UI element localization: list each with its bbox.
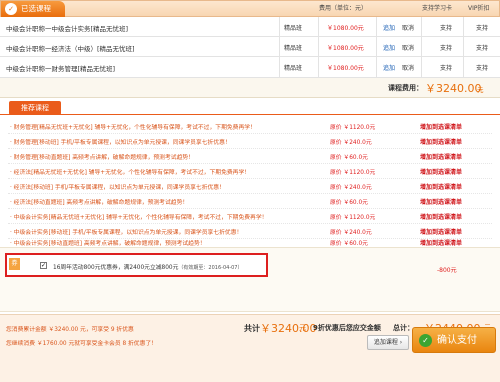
coupon-validity: （有效期至：2016-04-07） xyxy=(178,265,243,271)
add-course-button[interactable]: 追加课程 › xyxy=(367,335,409,350)
cart-page: ✓ 已选课程 费用（单位：元） 支持学习卡 VIP折扣 中级会计职称一中级会计实… xyxy=(0,0,500,382)
coupon-text: 16周年活动800元优惠券，满2400元立减800元（有效期至：2016-04-… xyxy=(53,262,242,271)
payment-summary: 您消费累计金额 ￥3240.00 元，可享受 9 折优惠 您继续消费 ￥1760… xyxy=(0,314,500,382)
cancel-link[interactable]: 取消 xyxy=(402,43,414,52)
add-to-cart-link[interactable]: 增加到选课清单 xyxy=(420,167,462,176)
fee-label: 课程费用： xyxy=(388,84,423,92)
recommend-text[interactable]: · 经济法[移动班] 手机/平板专属课程，以知识点为单元授课，同课学员享七折优惠… xyxy=(10,182,225,191)
recommend-item: · 中级会计实务[移动班] 手机/平板专属课程，以知识点为单元授课，同课学员享七… xyxy=(8,223,492,239)
pay-label: 确认支付 xyxy=(437,335,477,346)
card-support: 支持 xyxy=(440,65,453,72)
add-to-cart-link[interactable]: 增加到选课清单 xyxy=(420,238,462,247)
recommend-text[interactable]: · 中级会计实务[移动直题班] 高频考点讲解，破解命题规律，预测考试趋势！ xyxy=(10,238,206,247)
vip-support: 支持 xyxy=(476,25,489,32)
add-more-link[interactable]: 追加 xyxy=(383,43,395,52)
divider xyxy=(421,17,422,78)
course-price: ￥1080.00元 xyxy=(327,25,364,32)
tab-recommended-courses[interactable]: 推荐课程 xyxy=(9,101,61,115)
check-icon: ✓ xyxy=(419,334,432,347)
course-name: 中级会计职称一中级会计实务[精品无忧班] xyxy=(6,25,129,33)
coupon-icon: 券 xyxy=(9,258,20,270)
recommend-price: 原价 ￥1120.0元 xyxy=(330,170,376,176)
add-to-cart-link[interactable]: 增加到选课清单 xyxy=(420,227,462,236)
col-vip-discount: VIP折扣 xyxy=(468,5,490,12)
recommend-price: 原价 ￥240.0元 xyxy=(330,185,372,191)
class-type: 精品班 xyxy=(284,65,303,72)
course-name: 中级会计职称一经济法（中级）[精品无忧班] xyxy=(6,45,135,53)
recommend-item: · 经济法[移动直题班] 高频考点讲解，破解命题规律，预测考试趋势！ 原价 ￥6… xyxy=(8,193,492,209)
cart-header: ✓ 已选课程 费用（单位：元） 支持学习卡 VIP折扣 xyxy=(0,0,500,17)
recommend-item: · 经济法[移动班] 手机/平板专属课程，以知识点为单元授课，同课学员享七折优惠… xyxy=(8,178,492,194)
divider xyxy=(318,17,319,78)
grand-total-label: 总计： xyxy=(393,324,414,332)
coupon-checkbox[interactable]: ✓ xyxy=(40,262,47,269)
course-price: ￥1080.00元 xyxy=(327,65,364,72)
recommend-text[interactable]: · 经济法[移动直题班] 高频考点讲解，破解命题规律，预测考试趋势！ xyxy=(10,197,188,206)
add-more-link[interactable]: 追加 xyxy=(383,23,395,32)
class-type: 精品班 xyxy=(284,25,303,32)
fee-value: ￥3240.00 xyxy=(425,82,482,95)
recommend-item: · 中级会计实务[精品无忧班+无忧化] 辅导+无忧化，个性化辅导有保障，考试不过… xyxy=(8,208,492,224)
divider xyxy=(463,17,464,78)
recommend-price: 原价 ￥240.0元 xyxy=(330,230,372,236)
col-learning-card: 支持学习卡 xyxy=(422,5,453,12)
course-fee-bar: 课程费用： ￥3240.00 元 xyxy=(0,78,500,98)
vip-support: 支持 xyxy=(476,65,489,72)
total-label: 共计 xyxy=(244,324,260,333)
add-to-cart-link[interactable]: 增加到选课清单 xyxy=(420,212,462,221)
add-to-cart-link[interactable]: 增加到选课清单 xyxy=(420,152,462,161)
add-to-cart-link[interactable]: 增加到选课清单 xyxy=(420,122,462,131)
selected-row: 中级会计职称一财务管理[精品无忧班] 精品班 ￥1080.00元 追加 取消 支… xyxy=(0,57,500,78)
coupon-option[interactable]: 券 ✓ 16周年活动800元优惠券，满2400元立减800元（有效期至：2016… xyxy=(5,253,268,277)
cancel-link[interactable]: 取消 xyxy=(402,23,414,32)
fee-unit: 元 xyxy=(477,86,484,94)
course-price: ￥1080.00元 xyxy=(327,45,364,52)
selected-row: 中级会计职称一中级会计实务[精品无忧班] 精品班 ￥1080.00元 追加 取消… xyxy=(0,17,500,37)
recommend-price: 原价 ￥60.0元 xyxy=(330,155,368,161)
recommend-item: · 财务管理[移动直题班] 高频考点讲解，破解命题规律，预测考试趋势！ 原价 ￥… xyxy=(8,148,492,164)
recommend-item: · 财务管理[移动班] 手机/平板专属课程，以知识点为单元授课，同课学员享七折优… xyxy=(8,133,492,149)
divider xyxy=(376,17,377,78)
recommend-item: · 财务管理[精品无忧班+无忧化] 辅导+无忧化，个性化辅导有保障，考试不过，下… xyxy=(8,118,492,134)
recommend-text[interactable]: · 中级会计实务[精品无忧班+无忧化] 辅导+无忧化，个性化辅导有保障，考试不过… xyxy=(10,212,267,221)
confirm-pay-button[interactable]: ✓ 确认支付 xyxy=(412,327,496,353)
recommend-price: 原价 ￥1120.0元 xyxy=(330,125,376,131)
recommend-text[interactable]: · 财务管理[移动班] 手机/平板专属课程，以知识点为单元授课，同课学员享七折优… xyxy=(10,137,231,146)
recommend-price: 原价 ￥240.0元 xyxy=(330,140,372,146)
accumulated-spend-note: 您消费累计金额 ￥3240.00 元，可享受 9 折优惠 xyxy=(6,327,134,333)
recommend-text[interactable]: · 财务管理[精品无忧班+无忧化] 辅导+无忧化，个性化辅导有保障，考试不过，下… xyxy=(10,122,256,131)
tab-selected-courses[interactable]: ✓ 已选课程 xyxy=(1,1,65,17)
coupon-amount: -800元 xyxy=(437,267,457,274)
add-to-cart-link[interactable]: 增加到选课清单 xyxy=(420,197,462,206)
recommend-item: · 经济法[精品无忧班+无忧化] 辅导+无忧化，个性化辅导有保障，考试不过，下期… xyxy=(8,163,492,179)
upgrade-note: 您继续消费 ￥1760.00 元就可享受金卡会员 8 折优惠了！ xyxy=(6,341,157,347)
add-more-link[interactable]: 追加 xyxy=(383,63,395,72)
coupon-section: 券 ✓ 16周年活动800元优惠券，满2400元立减800元（有效期至：2016… xyxy=(0,247,500,312)
coupon-description: 16周年活动800元优惠券，满2400元立减800元 xyxy=(53,265,179,271)
divider xyxy=(279,17,280,78)
total-unit: 元 xyxy=(299,324,306,332)
total-value: ￥3240.00 xyxy=(260,322,317,335)
vip-support: 支持 xyxy=(476,45,489,52)
recommend-price: 原价 ￥60.0元 xyxy=(330,241,368,247)
divider xyxy=(0,114,500,115)
recommend-price: 原价 ￥1120.0元 xyxy=(330,215,376,221)
card-support: 支持 xyxy=(440,45,453,52)
cart-icon: ✓ xyxy=(5,3,17,15)
cancel-link[interactable]: 取消 xyxy=(402,63,414,72)
col-fee: 费用（单位：元） xyxy=(319,5,368,12)
recommend-text[interactable]: · 财务管理[移动直题班] 高频考点讲解，破解命题规律，预测考试趋势！ xyxy=(10,152,194,161)
recommend-text[interactable]: · 中级会计实务[移动班] 手机/平板专属课程，以知识点为单元授课，同课学员享七… xyxy=(10,227,242,236)
selected-row: 中级会计职称一经济法（中级）[精品无忧班] 精品班 ￥1080.00元 追加 取… xyxy=(0,37,500,57)
add-to-cart-link[interactable]: 增加到选课清单 xyxy=(420,137,462,146)
tab-label: 已选课程 xyxy=(21,4,51,13)
card-support: 支持 xyxy=(440,25,453,32)
recommend-price: 原价 ￥60.0元 xyxy=(330,200,368,206)
class-type: 精品班 xyxy=(284,45,303,52)
discount-note: 9折优惠后您应交金额 xyxy=(313,324,381,332)
course-name: 中级会计职称一财务管理[精品无忧班] xyxy=(6,65,116,73)
add-to-cart-link[interactable]: 增加到选课清单 xyxy=(420,182,462,191)
recommend-text[interactable]: · 经济法[精品无忧班+无忧化] 辅导+无忧化，个性化辅导有保障，考试不过，下期… xyxy=(10,167,250,176)
